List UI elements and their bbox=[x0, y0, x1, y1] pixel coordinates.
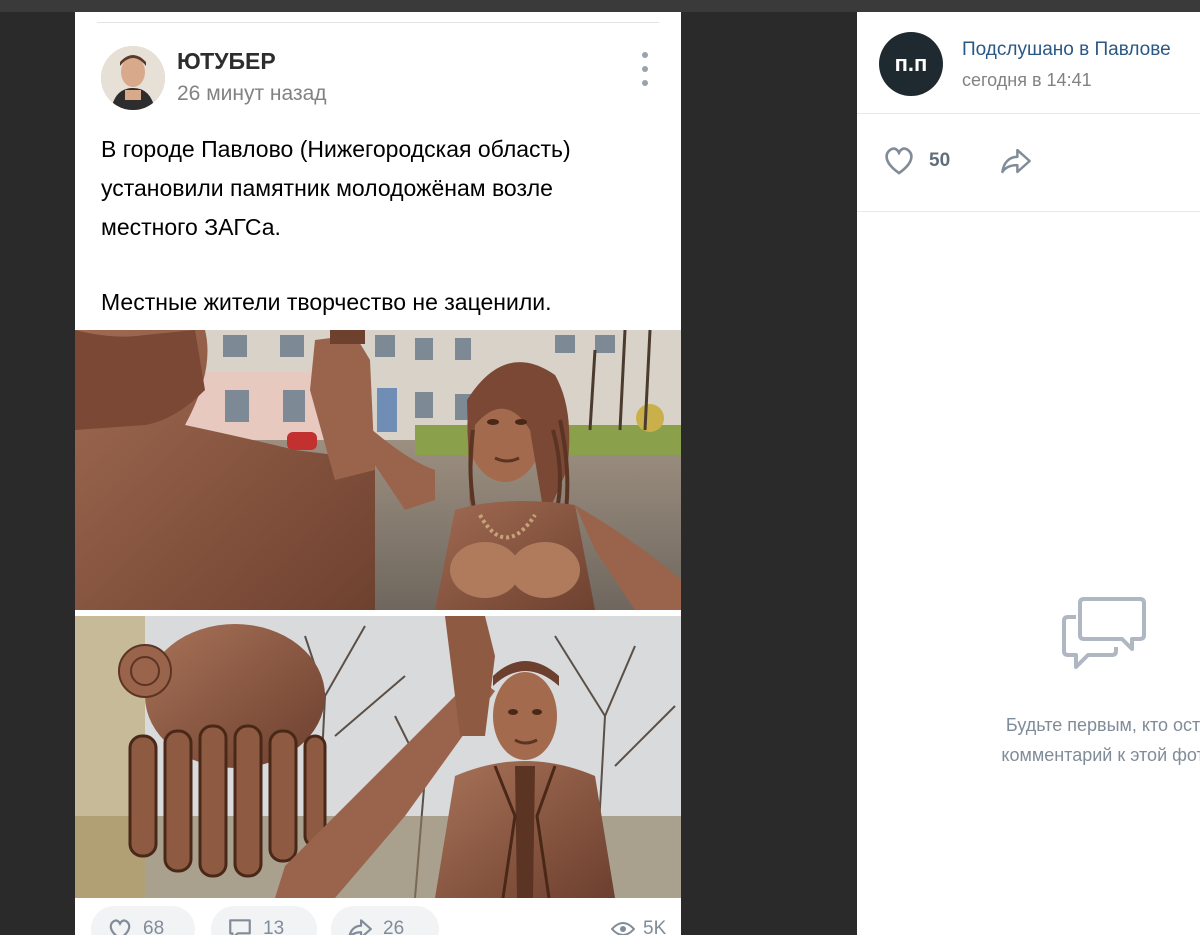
views-counter: 5K bbox=[611, 918, 666, 935]
post-text-line: установили памятник молодожёнам возле bbox=[101, 175, 553, 201]
post-time[interactable]: 26 минут назад bbox=[177, 82, 327, 106]
heart-icon bbox=[109, 919, 131, 935]
post-card: ЮТУБЕР 26 минут назад В городе Павлово (… bbox=[75, 12, 681, 935]
empty-comments-text: Будьте первым, кто оста комментарий к эт… bbox=[943, 710, 1200, 770]
like-button[interactable]: 68 bbox=[91, 906, 195, 935]
author-name[interactable]: ЮТУБЕР bbox=[177, 48, 276, 75]
like-count: 68 bbox=[143, 918, 165, 935]
comment-button[interactable]: 13 bbox=[211, 906, 317, 935]
group-name-link[interactable]: Подслушано в Павлове bbox=[962, 39, 1171, 61]
share-icon bbox=[348, 919, 372, 935]
heart-icon[interactable] bbox=[881, 144, 917, 181]
more-vertical-icon[interactable] bbox=[637, 52, 653, 86]
divider bbox=[97, 22, 659, 23]
post-text: В городе Павлово (Нижегородская область)… bbox=[101, 130, 661, 322]
photo-viewer-header: п.п Подслушано в Павлове сегодня в 14:41 bbox=[857, 12, 1200, 114]
empty-comments-line: комментарий к этой фото bbox=[1001, 745, 1200, 765]
post-actions: 68 13 26 5K bbox=[91, 906, 681, 935]
photo-like-count: 50 bbox=[929, 150, 951, 171]
share-icon[interactable] bbox=[997, 146, 1035, 181]
comment-icon bbox=[229, 919, 251, 935]
post-text-line: Местные жители творчество не заценили. bbox=[101, 289, 552, 315]
viewer-top-bar bbox=[0, 0, 1200, 12]
comment-count: 13 bbox=[263, 918, 285, 935]
empty-comments-line: Будьте первым, кто оста bbox=[1005, 715, 1200, 735]
post-text-line: В городе Павлово (Нижегородская область) bbox=[101, 136, 571, 162]
author-avatar[interactable] bbox=[101, 46, 165, 110]
comments-icon bbox=[1062, 595, 1146, 676]
share-count: 26 bbox=[383, 918, 405, 935]
share-button[interactable]: 26 bbox=[331, 906, 439, 935]
post-photo-2[interactable] bbox=[75, 616, 681, 898]
post-photo-1[interactable] bbox=[75, 330, 681, 610]
photo-time[interactable]: сегодня в 14:41 bbox=[962, 70, 1092, 91]
photo-viewer-sidebar: п.п Подслушано в Павлове сегодня в 14:41… bbox=[857, 12, 1200, 935]
post-text-line: местного ЗАГСа. bbox=[101, 214, 281, 240]
eye-icon bbox=[611, 922, 635, 935]
group-avatar[interactable]: п.п bbox=[879, 32, 943, 96]
photo-actions: 50 bbox=[857, 114, 1200, 212]
views-count: 5K bbox=[643, 918, 667, 935]
